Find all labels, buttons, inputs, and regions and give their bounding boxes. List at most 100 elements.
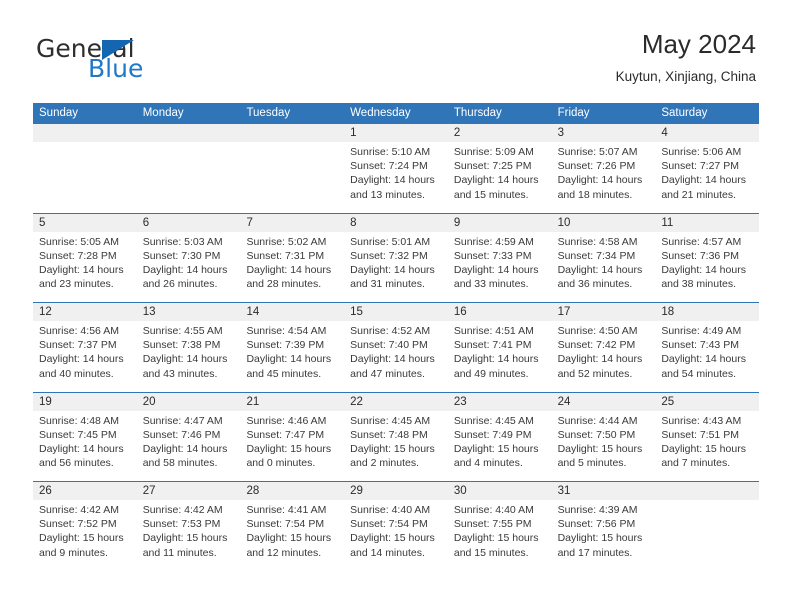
page-header: General Blue May 2024 Kuytun, Xinjiang, … (0, 0, 792, 100)
day-cell[interactable]: 13 Sunrise: 4:55 AM Sunset: 7:38 PM Dayl… (137, 303, 241, 392)
daylight-text-line1: Daylight: 15 hours (453, 532, 539, 545)
week-row: 19 Sunrise: 4:48 AM Sunset: 7:45 PM Dayl… (33, 391, 759, 482)
sunrise-text: Sunrise: 4:42 AM (39, 504, 119, 516)
day-cell[interactable]: 3 Sunrise: 5:07 AM Sunset: 7:26 PM Dayli… (552, 124, 656, 213)
day-cell[interactable]: 28 Sunrise: 4:41 AM Sunset: 7:54 PM Dayl… (240, 482, 344, 571)
sunset-text: Sunset: 7:32 PM (350, 249, 428, 262)
general-blue-logo[interactable]: General Blue (36, 36, 216, 88)
day-number: 8 (350, 216, 357, 229)
day-cell[interactable]: 22 Sunrise: 4:45 AM Sunset: 7:48 PM Dayl… (344, 393, 448, 482)
day-details: Sunrise: 4:42 AM Sunset: 7:52 PM Dayligh… (39, 503, 131, 560)
day-cell[interactable]: 8 Sunrise: 5:01 AM Sunset: 7:32 PM Dayli… (344, 214, 448, 303)
day-cell[interactable]: 4 Sunrise: 5:06 AM Sunset: 7:27 PM Dayli… (655, 124, 759, 213)
day-number: 7 (246, 216, 253, 229)
day-details: Sunrise: 4:58 AM Sunset: 7:34 PM Dayligh… (558, 235, 650, 292)
sunset-text: Sunset: 7:36 PM (661, 249, 739, 262)
sunrise-text: Sunrise: 4:44 AM (557, 414, 638, 427)
daylight-text-line2: and 9 minutes. (39, 546, 108, 559)
day-cell[interactable]: 20 Sunrise: 4:47 AM Sunset: 7:46 PM Dayl… (137, 393, 241, 482)
day-number: 25 (661, 395, 675, 408)
day-cell[interactable]: 25 Sunrise: 4:43 AM Sunset: 7:51 PM Dayl… (655, 393, 759, 482)
sunset-text: Sunset: 7:55 PM (453, 518, 532, 531)
logo-text-blue: Blue (88, 54, 144, 83)
daylight-text-line2: and 11 minutes. (142, 546, 217, 559)
day-number: 16 (453, 306, 467, 318)
day-cell[interactable]: 29 Sunrise: 4:40 AM Sunset: 7:54 PM Dayl… (344, 482, 448, 571)
day-cell[interactable]: 15 Sunrise: 4:52 AM Sunset: 7:40 PM Dayl… (344, 303, 448, 392)
sunset-text: Sunset: 7:50 PM (557, 428, 636, 441)
day-cell[interactable]: 11 Sunrise: 4:57 AM Sunset: 7:36 PM Dayl… (655, 214, 759, 303)
day-cell[interactable]: 16 Sunrise: 4:51 AM Sunset: 7:41 PM Dayl… (448, 303, 552, 392)
sunrise-text: Sunrise: 5:09 AM (453, 146, 534, 158)
sunrise-text: Sunrise: 4:58 AM (557, 235, 638, 248)
day-number (246, 124, 338, 142)
day-number: 11 (661, 216, 674, 229)
daylight-text-line2: and 4 minutes. (453, 457, 523, 470)
daylight-text-line1: Daylight: 14 hours (246, 353, 332, 366)
daylight-text-line1: Daylight: 14 hours (453, 174, 539, 187)
weekday-header-row: Sunday Monday Tuesday Wednesday Thursday… (33, 103, 759, 124)
day-number: 21 (246, 395, 260, 408)
day-cell[interactable]: 27 Sunrise: 4:42 AM Sunset: 7:53 PM Dayl… (137, 482, 241, 571)
daylight-text-line2: and 49 minutes. (453, 367, 529, 380)
day-number: 2 (453, 127, 461, 139)
daylight-text-line2: and 17 minutes. (557, 546, 633, 559)
sunrise-text: Sunrise: 4:52 AM (350, 325, 431, 337)
day-number: 24 (557, 395, 571, 408)
day-cell[interactable]: 26 Sunrise: 4:42 AM Sunset: 7:52 PM Dayl… (33, 482, 137, 571)
day-cell[interactable]: 1 Sunrise: 5:10 AM Sunset: 7:24 PM Dayli… (344, 124, 448, 213)
day-cell (655, 482, 759, 571)
daylight-text-line1: Daylight: 14 hours (39, 263, 124, 276)
day-number: 18 (661, 306, 675, 318)
daylight-text-line2: and 7 minutes. (661, 457, 731, 470)
day-number: 29 (350, 485, 363, 497)
calendar-page: General Blue May 2024 Kuytun, Xinjiang, … (0, 0, 792, 612)
day-number: 9 (453, 216, 461, 229)
daylight-text-line1: Daylight: 15 hours (350, 532, 435, 545)
day-details: Sunrise: 5:01 AM Sunset: 7:32 PM Dayligh… (350, 235, 442, 292)
day-cell[interactable]: 10 Sunrise: 4:58 AM Sunset: 7:34 PM Dayl… (552, 214, 656, 303)
daylight-text-line1: Daylight: 15 hours (557, 532, 643, 545)
day-cell[interactable]: 14 Sunrise: 4:54 AM Sunset: 7:39 PM Dayl… (240, 303, 344, 392)
weekday-header-tuesday: Tuesday (246, 107, 291, 119)
daylight-text-line1: Daylight: 14 hours (557, 174, 643, 187)
day-details: Sunrise: 4:45 AM Sunset: 7:48 PM Dayligh… (350, 414, 442, 471)
day-details: Sunrise: 5:10 AM Sunset: 7:24 PM Dayligh… (350, 145, 442, 202)
week-row: 1 Sunrise: 5:10 AM Sunset: 7:24 PM Dayli… (33, 124, 759, 213)
day-cell[interactable]: 23 Sunrise: 4:45 AM Sunset: 7:49 PM Dayl… (448, 393, 552, 482)
day-cell[interactable]: 12 Sunrise: 4:56 AM Sunset: 7:37 PM Dayl… (33, 303, 137, 392)
day-details: Sunrise: 4:50 AM Sunset: 7:42 PM Dayligh… (558, 324, 650, 381)
day-number: 19 (39, 395, 52, 408)
day-cell[interactable]: 7 Sunrise: 5:02 AM Sunset: 7:31 PM Dayli… (240, 214, 344, 303)
day-cell[interactable]: 2 Sunrise: 5:09 AM Sunset: 7:25 PM Dayli… (448, 124, 552, 213)
sunrise-text: Sunrise: 4:48 AM (39, 414, 119, 427)
day-cell[interactable]: 6 Sunrise: 5:03 AM Sunset: 7:30 PM Dayli… (137, 214, 241, 303)
daylight-text-line1: Daylight: 15 hours (350, 442, 435, 455)
day-details: Sunrise: 5:03 AM Sunset: 7:30 PM Dayligh… (143, 235, 235, 292)
day-cell[interactable]: 24 Sunrise: 4:44 AM Sunset: 7:50 PM Dayl… (552, 393, 656, 482)
day-cell[interactable]: 18 Sunrise: 4:49 AM Sunset: 7:43 PM Dayl… (655, 303, 759, 392)
day-cell[interactable]: 5 Sunrise: 5:05 AM Sunset: 7:28 PM Dayli… (33, 214, 137, 303)
day-cell[interactable]: 30 Sunrise: 4:40 AM Sunset: 7:55 PM Dayl… (448, 482, 552, 571)
daylight-text-line1: Daylight: 14 hours (661, 353, 746, 366)
daylight-text-line1: Daylight: 15 hours (39, 532, 124, 545)
day-details: Sunrise: 5:07 AM Sunset: 7:26 PM Dayligh… (558, 145, 650, 202)
sunrise-text: Sunrise: 4:41 AM (246, 504, 327, 516)
sunrise-text: Sunrise: 4:43 AM (661, 414, 742, 427)
day-details: Sunrise: 4:54 AM Sunset: 7:39 PM Dayligh… (246, 324, 338, 381)
day-cell[interactable]: 17 Sunrise: 4:50 AM Sunset: 7:42 PM Dayl… (552, 303, 656, 392)
day-cell[interactable]: 9 Sunrise: 4:59 AM Sunset: 7:33 PM Dayli… (448, 214, 552, 303)
day-cell (137, 124, 241, 213)
day-cell[interactable]: 21 Sunrise: 4:46 AM Sunset: 7:47 PM Dayl… (240, 393, 344, 482)
day-number (661, 482, 753, 500)
day-number: 30 (453, 485, 467, 497)
daylight-text-line2: and 54 minutes. (661, 367, 737, 380)
daylight-text-line2: and 2 minutes. (350, 457, 420, 470)
day-cell[interactable]: 31 Sunrise: 4:39 AM Sunset: 7:56 PM Dayl… (552, 482, 656, 571)
daylight-text-line1: Daylight: 14 hours (142, 442, 228, 455)
sunset-text: Sunset: 7:31 PM (246, 249, 325, 262)
sunset-text: Sunset: 7:41 PM (453, 339, 532, 352)
weekday-header-monday: Monday (142, 107, 184, 119)
day-cell[interactable]: 19 Sunrise: 4:48 AM Sunset: 7:45 PM Dayl… (33, 393, 137, 482)
day-number: 20 (142, 395, 156, 408)
